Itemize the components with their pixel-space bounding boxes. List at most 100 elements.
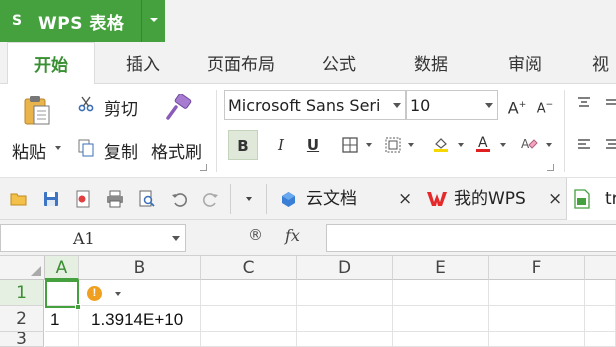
tab-review[interactable]: 审阅	[494, 42, 556, 84]
dialog-launcher-icon[interactable]	[547, 164, 554, 171]
customize-toolbar-icon[interactable]	[246, 197, 252, 201]
chevron-down-icon[interactable]	[172, 236, 180, 241]
underline-button[interactable]: U	[298, 130, 328, 160]
cell-a3[interactable]	[45, 332, 79, 347]
font-size-select[interactable]: 10	[406, 90, 498, 120]
tab-home[interactable]: 开始	[7, 42, 95, 85]
row-header-3[interactable]: 3	[0, 332, 44, 347]
chevron-down-icon[interactable]	[393, 103, 401, 108]
name-box[interactable]: A1	[0, 224, 186, 252]
cell-c3[interactable]	[201, 332, 297, 347]
font-family-select[interactable]: Microsoft Sans Seri	[224, 90, 406, 120]
borders-dropdown-icon[interactable]	[366, 143, 372, 147]
zoom-formula-icon[interactable]: ®	[248, 226, 263, 244]
format-painter-icon[interactable]	[164, 94, 194, 122]
app-menu-button[interactable]: S WPS 表格	[0, 0, 165, 42]
font-color-dropdown-icon[interactable]	[500, 143, 506, 147]
paste-button[interactable]: 粘贴	[12, 138, 46, 163]
tab-insert[interactable]: 插入	[112, 42, 174, 84]
svg-text:A: A	[521, 137, 530, 151]
redo-icon[interactable]	[202, 190, 220, 208]
row-header-2[interactable]: 2	[0, 306, 44, 332]
close-icon[interactable]: ×	[398, 178, 412, 220]
row-header-1[interactable]: 1	[0, 280, 44, 306]
column-header-f[interactable]: F	[489, 256, 585, 280]
print-preview-icon[interactable]	[138, 190, 156, 208]
dialog-launcher-icon[interactable]	[200, 164, 207, 171]
doc-tab-active[interactable]: tr	[566, 178, 616, 220]
column-header-e[interactable]: E	[393, 256, 489, 280]
quick-access-toolbar: 云文档 × 我的WPS × tr	[0, 178, 616, 220]
fill-color-icon[interactable]	[432, 135, 450, 153]
cell-f2[interactable]	[489, 306, 585, 332]
align-left-icon[interactable]	[576, 138, 592, 152]
tab-data[interactable]: 数据	[400, 42, 462, 84]
cell-e2[interactable]	[393, 306, 489, 332]
scissors-icon[interactable]	[78, 96, 94, 112]
align-middle-icon[interactable]	[604, 96, 616, 110]
fill-color-dropdown-icon[interactable]	[458, 143, 464, 147]
doc-tab-cloud[interactable]: 云文档 ×	[268, 178, 418, 220]
cell-b1[interactable]: !	[79, 280, 201, 306]
export-pdf-icon[interactable]	[74, 190, 92, 208]
tab-page-layout[interactable]: 页面布局	[196, 42, 286, 84]
cell-b3[interactable]	[79, 332, 201, 347]
ribbon-divider	[216, 90, 217, 172]
save-icon[interactable]	[42, 190, 60, 208]
cell-c1[interactable]	[201, 280, 297, 306]
cell-d3[interactable]	[297, 332, 393, 347]
decrease-font-size-button[interactable]: A−	[530, 90, 560, 120]
close-icon[interactable]: ×	[548, 178, 562, 220]
cell-f1[interactable]	[489, 280, 585, 306]
clear-format-dropdown-icon[interactable]	[546, 143, 552, 147]
format-painter-button[interactable]: 格式刷	[151, 138, 202, 163]
select-all-corner[interactable]	[0, 256, 45, 280]
borders-icon[interactable]	[342, 137, 358, 153]
tab-formulas[interactable]: 公式	[308, 42, 370, 84]
error-warning-icon[interactable]: !	[87, 286, 102, 301]
paste-dropdown-icon[interactable]	[55, 146, 61, 150]
increase-font-size-button[interactable]: A+	[502, 90, 532, 120]
column-header-b[interactable]: B	[79, 256, 201, 280]
cell-d2[interactable]	[297, 306, 393, 332]
cell-g2[interactable]	[585, 306, 616, 332]
error-options-dropdown-icon[interactable]	[115, 292, 121, 296]
cell-d1[interactable]	[297, 280, 393, 306]
align-top-icon[interactable]	[576, 96, 592, 110]
doc-tab-my-wps[interactable]: 我的WPS ×	[418, 178, 568, 220]
chevron-down-icon[interactable]	[485, 103, 493, 108]
font-color-icon[interactable]: A	[474, 134, 492, 154]
cell-e1[interactable]	[393, 280, 489, 306]
cell-b2[interactable]: 1.3914E+10	[79, 306, 201, 332]
merge-cells-icon[interactable]	[385, 137, 401, 153]
print-icon[interactable]	[106, 190, 124, 208]
paste-icon[interactable]	[23, 94, 51, 126]
bold-button[interactable]: B	[228, 130, 258, 160]
active-cell-selection[interactable]	[45, 280, 81, 310]
tab-view[interactable]: 视	[592, 42, 616, 84]
fill-handle[interactable]	[75, 304, 81, 310]
formula-input[interactable]	[326, 224, 616, 252]
cell-a2[interactable]: 1	[45, 306, 79, 332]
merge-dropdown-icon[interactable]	[408, 143, 414, 147]
align-center-icon[interactable]	[604, 138, 616, 152]
clear-format-icon[interactable]: A	[520, 135, 538, 153]
insert-function-button[interactable]: fx	[285, 226, 300, 245]
ribbon-tab-bar: 开始 插入 页面布局 公式 数据 审阅 视	[0, 42, 616, 85]
italic-button[interactable]: I	[266, 130, 296, 160]
column-header-a[interactable]: A	[45, 256, 79, 280]
cell-e3[interactable]	[393, 332, 489, 347]
column-header-g[interactable]	[585, 256, 616, 280]
open-folder-icon[interactable]	[10, 190, 28, 208]
copy-button[interactable]: 复制	[104, 138, 138, 163]
chevron-down-icon[interactable]	[148, 14, 160, 26]
cell-g3[interactable]	[585, 332, 616, 347]
cell-c2[interactable]	[201, 306, 297, 332]
copy-icon[interactable]	[78, 139, 94, 157]
cell-g1[interactable]	[585, 280, 616, 306]
column-header-c[interactable]: C	[201, 256, 297, 280]
undo-icon[interactable]	[170, 190, 188, 208]
cut-button[interactable]: 剪切	[104, 95, 138, 120]
column-header-d[interactable]: D	[297, 256, 393, 280]
cell-f3[interactable]	[489, 332, 585, 347]
